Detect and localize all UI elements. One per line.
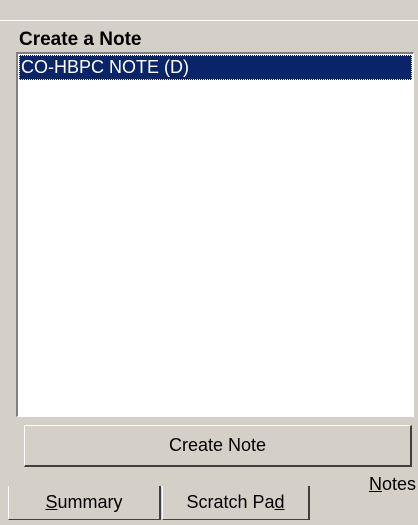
list-item[interactable]: CO-HBPC NOTE (D)	[19, 55, 412, 80]
tab-notes-label: Notes	[368, 474, 416, 494]
top-edge	[0, 0, 418, 21]
tab-summary-label: Summary	[45, 492, 123, 512]
tab-scratch-pad-label: Scratch Pad	[186, 492, 285, 512]
note-type-listbox[interactable]: CO-HBPC NOTE (D)	[16, 52, 414, 417]
panel-title: Create a Note	[19, 29, 142, 50]
left-edge	[0, 21, 9, 464]
tab-scratch-pad[interactable]: Scratch Pad	[162, 486, 310, 520]
tab-bar: Summary Scratch Pad Notes	[0, 470, 418, 525]
create-note-button[interactable]: Create Note	[24, 425, 412, 467]
tab-summary[interactable]: Summary	[8, 486, 161, 520]
notes-panel: Create a Note CO-HBPC NOTE (D) Create No…	[0, 0, 418, 525]
top-divider	[0, 20, 418, 21]
tab-notes[interactable]: Notes	[310, 470, 418, 510]
